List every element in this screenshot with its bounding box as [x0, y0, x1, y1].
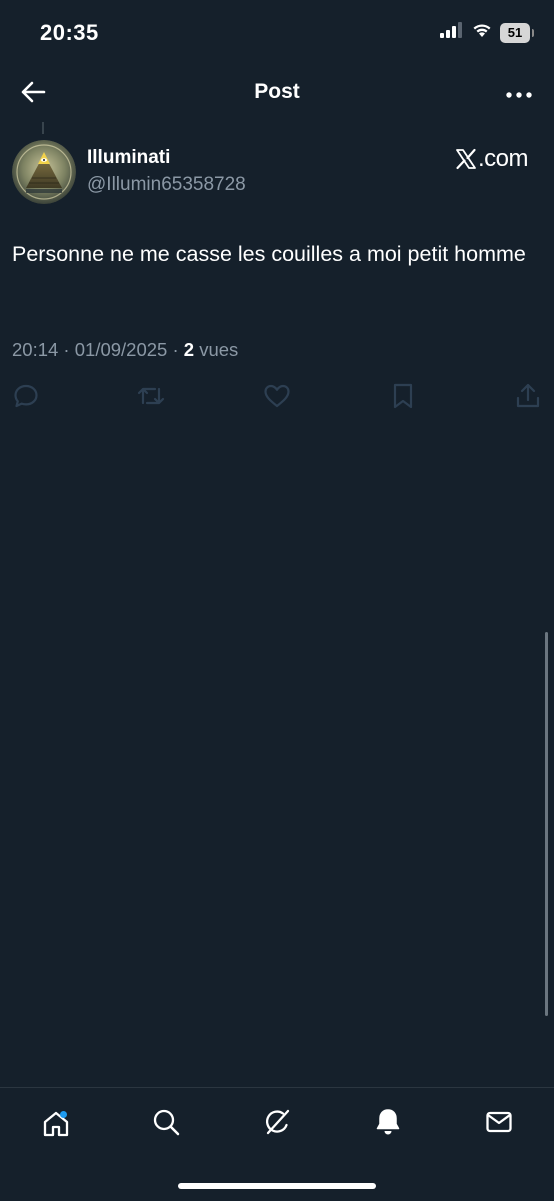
repost-icon: [136, 383, 166, 414]
ellipsis-icon: [506, 85, 532, 103]
bookmark-button[interactable]: [388, 382, 418, 414]
bookmark-icon: [391, 382, 415, 415]
nav-search[interactable]: [146, 1104, 186, 1144]
status-bar: 20:35 51: [0, 0, 554, 66]
page-title: Post: [254, 80, 300, 103]
source-label: .com: [455, 145, 529, 173]
user-handle[interactable]: @Illumin65358728: [87, 174, 246, 196]
share-button[interactable]: [513, 382, 543, 414]
like-button[interactable]: [262, 382, 292, 414]
post-actions: [0, 382, 554, 416]
views-count[interactable]: 2: [184, 339, 194, 360]
status-time: 20:35: [40, 20, 99, 45]
scrollbar[interactable]: [545, 632, 548, 1016]
avatar[interactable]: [12, 140, 76, 204]
x-logo-icon: [456, 148, 476, 170]
pyramid-eye-icon: [12, 140, 76, 204]
home-icon: [41, 1109, 71, 1139]
share-icon: [515, 382, 541, 415]
search-icon: [151, 1107, 181, 1142]
post-timestamp[interactable]: 20:14 · 01/09/2025 ·: [12, 339, 184, 360]
nav-grok[interactable]: [257, 1104, 297, 1144]
nav-messages[interactable]: [479, 1104, 519, 1144]
thread-line: [42, 122, 44, 134]
display-name[interactable]: Illuminati: [87, 147, 170, 169]
reply-icon: [13, 383, 39, 414]
more-options-button[interactable]: [502, 78, 536, 110]
grok-icon: [262, 1107, 292, 1142]
top-bar: Post: [0, 66, 554, 122]
nav-home[interactable]: [36, 1104, 76, 1144]
home-indicator[interactable]: [178, 1183, 376, 1189]
notification-dot: [60, 1111, 67, 1118]
status-icons: 51: [440, 22, 534, 43]
wifi-icon: [472, 22, 492, 43]
repost-button[interactable]: [136, 382, 166, 414]
signal-icon: [440, 22, 464, 43]
source-label-text: .com: [477, 145, 529, 172]
mail-icon: [484, 1107, 514, 1142]
reply-button[interactable]: [11, 382, 41, 414]
post-meta: 20:14 · 01/09/2025 · 2 vues: [12, 339, 238, 361]
post-text: Personne ne me casse les couilles a moi …: [12, 242, 526, 266]
views-label: vues: [194, 339, 239, 360]
nav-notifications[interactable]: [368, 1104, 408, 1144]
heart-icon: [263, 383, 291, 414]
bell-icon: [373, 1107, 403, 1142]
battery-icon: 51: [500, 22, 534, 43]
